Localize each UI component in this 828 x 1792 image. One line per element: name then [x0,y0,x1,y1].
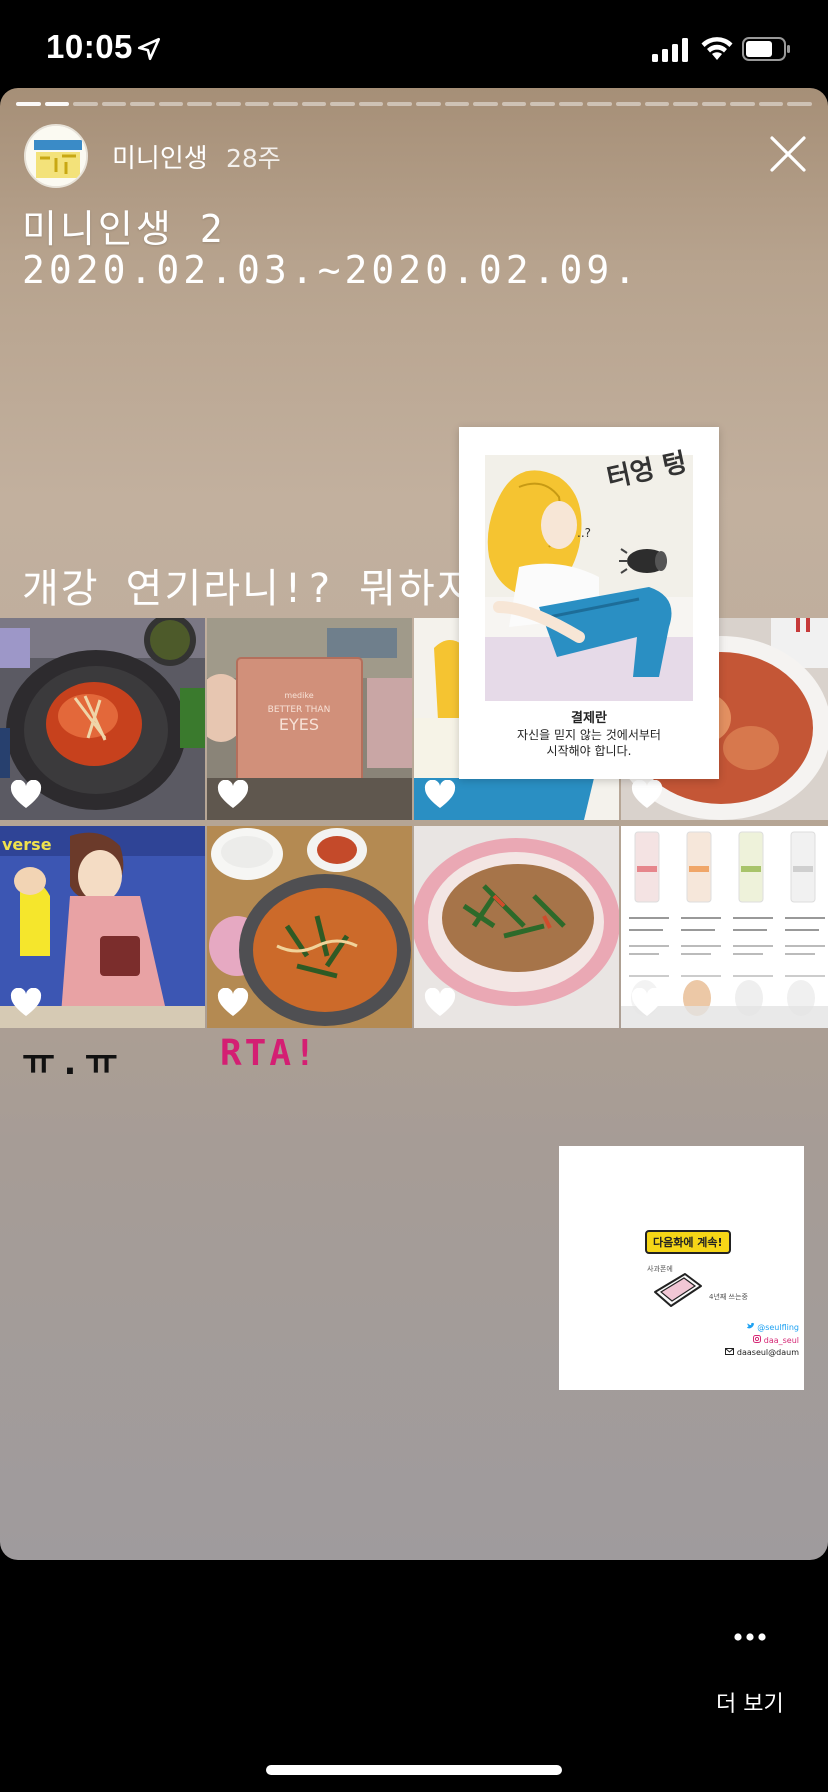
status-bar: 10:05 [0,0,828,88]
close-icon[interactable] [766,132,810,176]
progress-segment [358,102,384,106]
progress-segment [701,102,727,106]
progress-segment [416,102,441,106]
mail-icon [725,1348,735,1355]
post-age: 28주 [226,144,281,173]
caption-sad-face: ㅠ.ㅠ [22,1042,122,1083]
twitter-handle-text: @seulfling [757,1323,799,1332]
email-handle[interactable]: daaseul@daum [709,1348,799,1357]
palette-line2: EYES [279,715,319,734]
heart-icon[interactable] [217,780,249,810]
progress-segment [101,102,127,106]
wifi-icon [701,37,733,60]
avatar-logo-icon [26,126,86,186]
progress-segment [644,102,670,106]
progress-segment [216,102,241,106]
heart-icon[interactable] [631,780,663,810]
grid-tile-tteokbokki[interactable] [0,618,205,820]
next-episode-bubble: 다음화에 계속! [645,1230,731,1254]
story-caption: 개강 연기라니!? 뭐하지 [22,566,476,612]
webtoon-line3: 시작해야 합니다. [546,744,632,758]
battery-icon [742,37,790,61]
progress-segment [244,102,270,106]
status-time: 10:05 [46,28,133,65]
webtoon-line2: 자신을 믿지 않는 것에서부터 [517,728,661,742]
webtoon-caption: 결제란 자신을 믿지 않는 것에서부터 시작해야 합니다. [459,711,719,759]
home-indicator[interactable] [266,1765,562,1775]
progress-segment [787,102,812,106]
progress-segment [73,102,98,106]
next-episode-card[interactable]: 다음화에 계속! 사과폰에 4년째 쓰는중 @seulfling daa_seu… [559,1146,804,1390]
grid-tile-ramen[interactable] [207,826,412,1028]
progress-segment [758,102,784,106]
progress-segment [558,102,584,106]
grid-tile-eyeshadow[interactable]: medike BETTER THAN EYES [207,618,412,820]
progress-segment [187,102,212,106]
location-arrow-icon [137,37,161,61]
webtoon-sticker[interactable]: 터엉 텅 ..? 결제란 자신을 믿지 않는 것에서부터 시작해야 합니다. [459,427,719,779]
webtoon-illustration: 터엉 텅 ..? [485,448,693,701]
twitter-handle[interactable]: @seulfling [709,1322,799,1332]
twitter-icon [746,1322,754,1329]
progress-segment [444,102,470,106]
progress-segment [330,102,355,106]
instagram-handle[interactable]: daa_seul [709,1335,799,1345]
email-handle-text: daaseul@daum [736,1348,799,1357]
progress-segment [473,102,498,106]
avatar[interactable] [24,124,88,188]
heart-icon[interactable] [631,988,663,1018]
phone-sketch-icon [654,1273,702,1307]
more-options-icon[interactable] [730,1630,770,1644]
progress-segment [16,102,41,106]
story-date-range: 2020.02.03.~2020.02.09. [22,248,641,292]
progress-segment [530,102,555,106]
heart-icon[interactable] [10,780,42,810]
grid-tile-cartoon[interactable]: verse [0,826,205,1028]
progress-segment [273,102,298,106]
story-progress-bar [16,102,812,106]
progress-segment [158,102,184,106]
next-small-right: 4년째 쓰는중 [709,1293,748,1301]
webtoon-line1: 결제란 [571,711,607,726]
signal-icon [652,38,688,62]
instagram-handle-text: daa_seul [763,1336,799,1345]
progress-segment [616,102,641,106]
heart-icon[interactable] [424,988,456,1018]
grid-tile-japchae[interactable] [414,826,619,1028]
account-name[interactable]: 미니인생 [112,138,208,175]
instagram-icon [753,1335,762,1343]
progress-segment [673,102,698,106]
caption-rta: RTA! [220,1033,319,1074]
palette-brand: medike [284,691,313,700]
cartoon-tag: verse [2,835,52,854]
story-title: 미니인생 2 [22,207,226,251]
more-label[interactable]: 더 보기 [716,1686,784,1718]
progress-segment [130,102,155,106]
progress-segment [44,102,70,106]
progress-segment [501,102,527,106]
progress-segment [387,102,412,106]
story-card[interactable]: 미니인생 28주 미니인생 2 2020.02.03.~2020.02.09. … [0,88,828,1560]
heart-icon[interactable] [10,988,42,1018]
progress-segment [301,102,327,106]
grid-tile-sunscreen[interactable] [621,826,828,1028]
progress-segment [587,102,612,106]
palette-line1: BETTER THAN [268,705,331,715]
webtoon-question: ..? [577,526,591,540]
heart-icon[interactable] [217,988,249,1018]
heart-icon[interactable] [424,780,456,810]
progress-segment [730,102,755,106]
